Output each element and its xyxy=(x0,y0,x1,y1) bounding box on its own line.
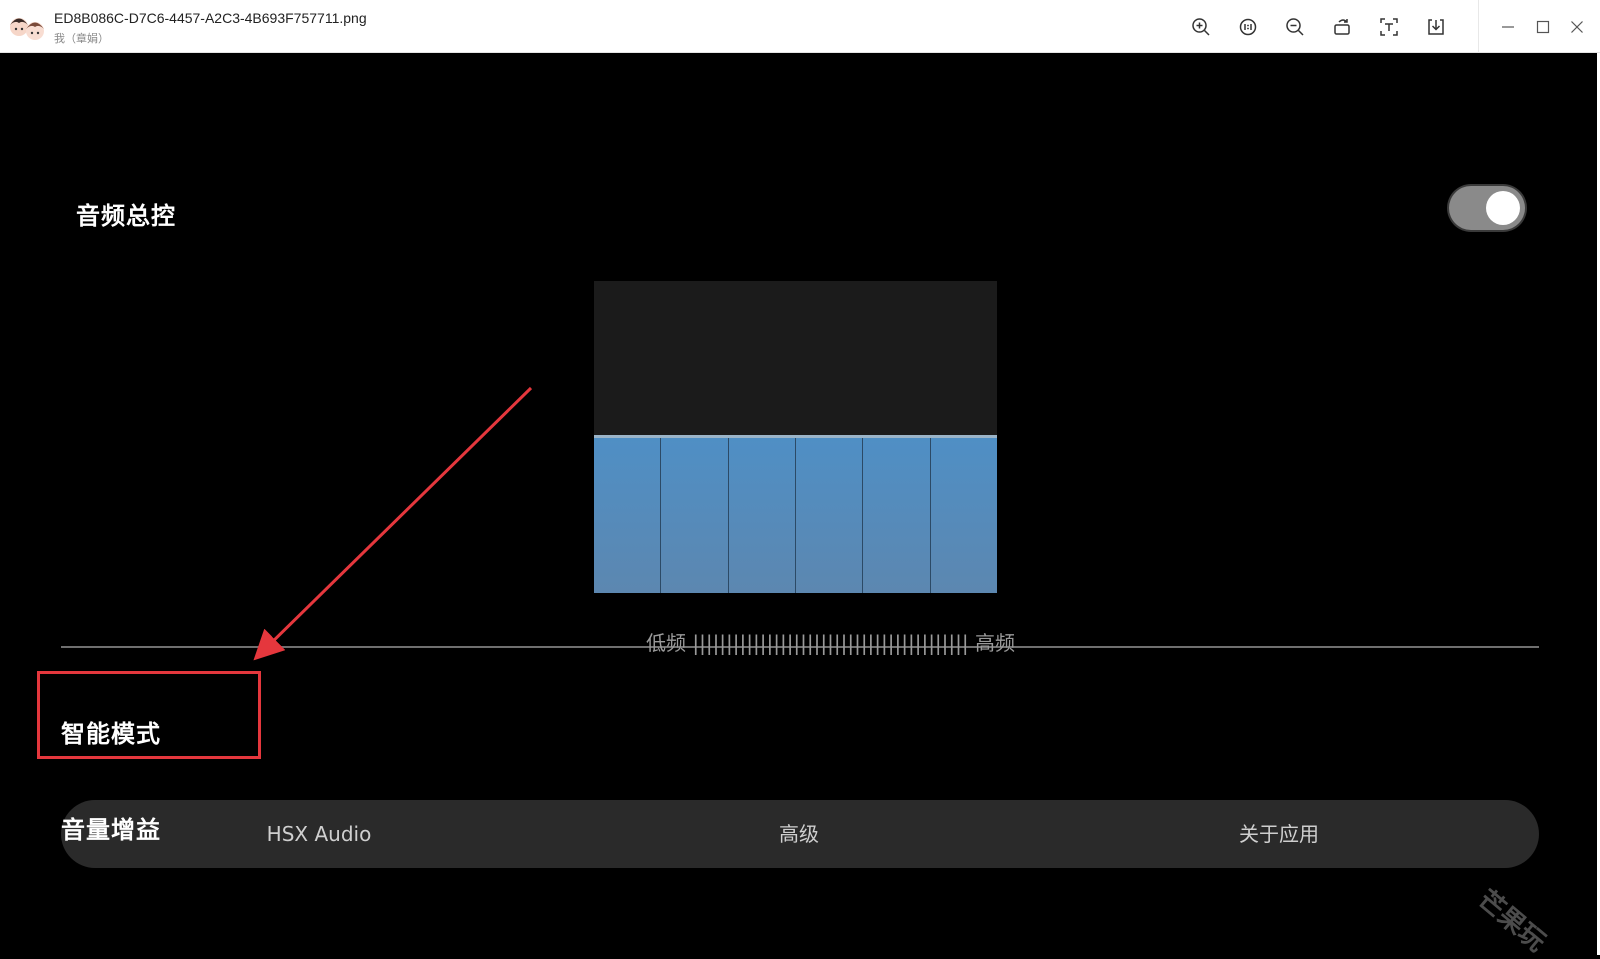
extract-text-icon xyxy=(1380,18,1398,36)
maximize-button[interactable] xyxy=(1529,13,1557,41)
equalizer-band[interactable] xyxy=(794,437,863,593)
master-audio-title: 音频总控 xyxy=(76,202,176,230)
close-button[interactable] xyxy=(1563,13,1591,41)
file-owner: 我（章娟） xyxy=(54,32,109,45)
download-button[interactable] xyxy=(1422,13,1450,41)
frequency-range-label: 低频 |||||||||||||||||||||||||||||||||||||… xyxy=(646,631,1015,655)
master-audio-toggle[interactable] xyxy=(1449,186,1525,230)
file-name: ED8B086C-D7C6-4457-A2C3-4B693F757711.png xyxy=(54,10,367,26)
bottom-navigation: HSX Audio 高级 关于应用 xyxy=(61,800,1539,868)
nav-item-hsx-audio[interactable]: HSX Audio xyxy=(267,800,372,868)
maximize-icon xyxy=(1536,20,1550,34)
minimize-button[interactable] xyxy=(1494,13,1522,41)
extract-text-button[interactable] xyxy=(1375,13,1403,41)
minimize-icon xyxy=(1502,26,1514,28)
zoom-out-button[interactable] xyxy=(1281,13,1309,41)
nav-item-advanced[interactable]: 高级 xyxy=(779,800,819,868)
titlebar-separator xyxy=(1478,0,1479,53)
equalizer-band[interactable] xyxy=(594,437,661,593)
actual-size-button[interactable] xyxy=(1234,13,1262,41)
download-icon xyxy=(1428,19,1444,35)
equalizer-band[interactable] xyxy=(929,437,997,593)
sender-avatar-icon xyxy=(10,18,44,40)
equalizer-band[interactable] xyxy=(862,437,930,593)
zoom-in-icon xyxy=(1192,18,1210,36)
rotate-button[interactable] xyxy=(1328,13,1356,41)
rotate-icon xyxy=(1334,19,1350,35)
image-viewer-titlebar: ED8B086C-D7C6-4457-A2C3-4B693F757711.png… xyxy=(0,0,1600,53)
actual-size-icon xyxy=(1239,18,1257,36)
close-icon xyxy=(1571,21,1583,33)
equalizer-band[interactable] xyxy=(660,437,728,593)
smart-mode-title: 智能模式 xyxy=(61,720,161,748)
volume-gain-title: 音量增益 xyxy=(61,816,161,844)
equalizer-level-line xyxy=(594,435,997,438)
equalizer-panel xyxy=(594,281,997,593)
zoom-in-button[interactable] xyxy=(1187,13,1215,41)
nav-item-about[interactable]: 关于应用 xyxy=(1239,800,1319,868)
zoom-out-icon xyxy=(1286,18,1304,36)
toggle-knob xyxy=(1486,191,1520,225)
equalizer-band[interactable] xyxy=(727,437,795,593)
equalizer-bars xyxy=(594,437,997,593)
